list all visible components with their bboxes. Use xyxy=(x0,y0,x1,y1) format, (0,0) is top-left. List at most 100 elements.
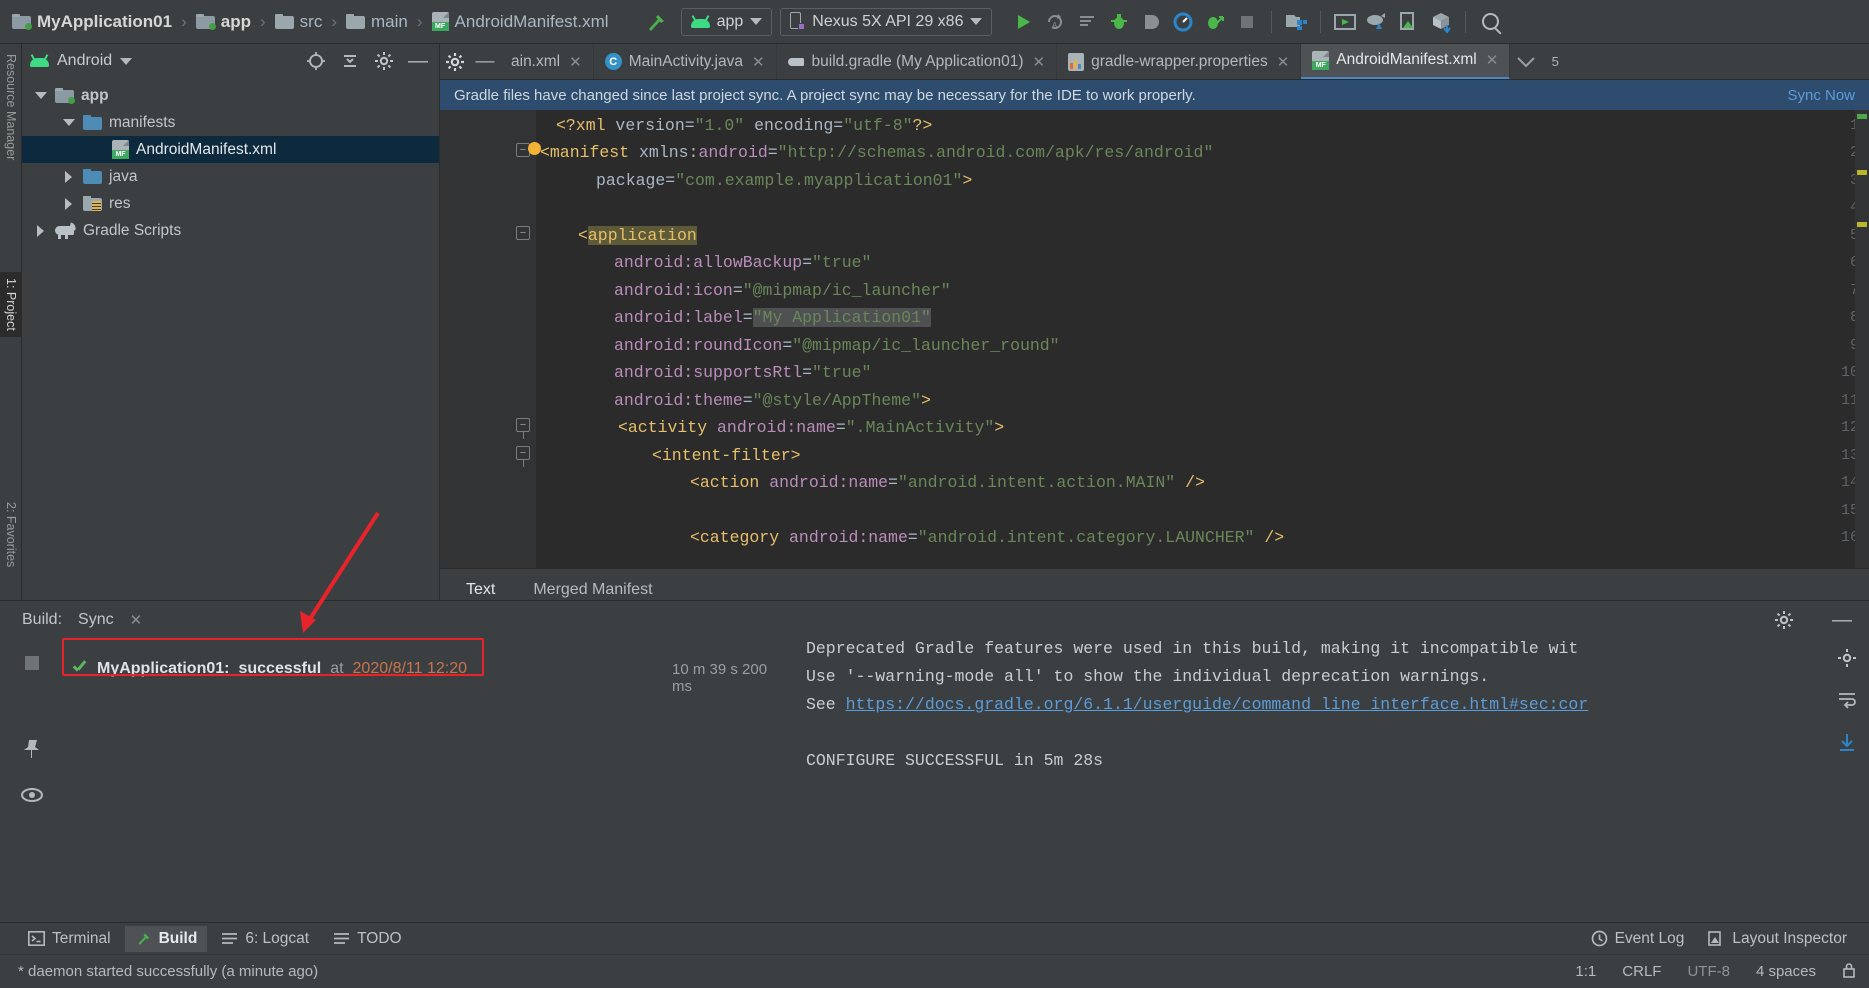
tree-item-label: AndroidManifest.xml xyxy=(136,141,276,159)
settings-gear-icon[interactable] xyxy=(440,47,470,77)
gradle-sync-icon[interactable] xyxy=(1362,7,1392,37)
sdk-manager-icon[interactable] xyxy=(1281,7,1311,37)
collapse-all-icon[interactable] xyxy=(337,48,363,74)
bottom-tab-todo[interactable]: TODO xyxy=(323,926,412,952)
settings-gear-icon[interactable] xyxy=(371,48,397,74)
close-icon[interactable]: ✕ xyxy=(1033,53,1046,71)
editor-scroll-markers[interactable] xyxy=(1855,110,1869,568)
fold-marker[interactable]: − xyxy=(516,226,530,240)
rail-tab-resource-manager[interactable]: Resource Manager xyxy=(0,48,22,166)
tree-item-java[interactable]: java xyxy=(22,163,439,190)
breadcrumb-item-src[interactable]: src xyxy=(271,12,327,32)
fold-marker[interactable]: − xyxy=(516,446,530,460)
chevron-collapsed-icon[interactable] xyxy=(62,170,76,184)
settings-gear-icon[interactable] xyxy=(1832,643,1862,673)
editor-fold-column[interactable] xyxy=(512,110,536,568)
apply-code-changes-icon[interactable] xyxy=(1072,7,1102,37)
chevron-down-icon[interactable] xyxy=(120,58,132,65)
build-session-tab[interactable]: Sync xyxy=(78,611,114,629)
editor-tab-activity-main-xml[interactable]: ain.xml ✕ xyxy=(500,44,594,80)
breadcrumb-item-manifest[interactable]: MF AndroidManifest.xml xyxy=(428,12,613,32)
tree-item-androidmanifest[interactable]: MF AndroidManifest.xml xyxy=(22,136,439,163)
module-folder-icon xyxy=(55,88,74,103)
breadcrumb-item-app[interactable]: app xyxy=(192,12,255,32)
lock-icon[interactable] xyxy=(1829,962,1869,982)
editor-tab-overflow-count[interactable]: 5 xyxy=(1540,47,1570,77)
code-content[interactable]: <?xml version="1.0" encoding="utf-8"?> <… xyxy=(536,110,1869,568)
tree-item-gradle-scripts[interactable]: Gradle Scripts xyxy=(22,217,439,244)
search-everywhere-icon[interactable] xyxy=(1475,7,1505,37)
breadcrumb-label: AndroidManifest.xml xyxy=(455,12,609,32)
pin-icon[interactable] xyxy=(18,735,46,763)
breadcrumb-separator: › xyxy=(412,12,428,32)
attach-debugger-icon[interactable] xyxy=(1136,7,1166,37)
bottom-tab-logcat[interactable]: 6: Logcat xyxy=(211,926,319,952)
scroll-to-end-icon[interactable] xyxy=(1832,727,1862,757)
close-icon[interactable]: ✕ xyxy=(1486,51,1499,69)
sync-now-link[interactable]: Sync Now xyxy=(1787,87,1855,104)
code-editor[interactable]: 1 2 3 4 5 6 7 8 9 10 11 12 13 14 15 16 −… xyxy=(440,110,1869,568)
apply-changes-icon[interactable]: A xyxy=(1040,7,1070,37)
bottom-tab-build[interactable]: Build xyxy=(125,926,208,952)
hide-panel-icon[interactable]: — xyxy=(405,48,431,74)
project-view-selector-label[interactable]: Android xyxy=(57,52,112,70)
locate-icon[interactable] xyxy=(303,48,329,74)
tree-item-app[interactable]: app xyxy=(22,82,439,109)
project-tool-window: Android — app manifests xyxy=(22,44,440,600)
breadcrumb-item-main[interactable]: main xyxy=(342,12,412,32)
close-icon[interactable]: ✕ xyxy=(1277,53,1290,71)
tree-item-label: res xyxy=(109,195,131,213)
bottom-tab-event-log[interactable]: Event Log xyxy=(1581,926,1695,952)
bottom-tab-terminal[interactable]: Terminal xyxy=(18,926,121,952)
device-file-explorer-icon[interactable] xyxy=(1426,7,1456,37)
rail-tab-favorites[interactable]: 2: Favorites xyxy=(0,496,22,573)
tree-item-manifests[interactable]: manifests xyxy=(22,109,439,136)
rail-tab-project[interactable]: 1: Project xyxy=(0,272,22,337)
hide-editor-icon[interactable]: — xyxy=(470,47,500,77)
gradle-docs-link[interactable]: https://docs.gradle.org/6.1.1/userguide/… xyxy=(846,695,1589,714)
line-separator[interactable]: CRLF xyxy=(1609,963,1674,980)
close-icon[interactable]: ✕ xyxy=(569,53,582,71)
hide-build-window-icon[interactable]: — xyxy=(1829,607,1855,633)
eye-icon[interactable] xyxy=(18,781,46,809)
fold-marker[interactable]: − xyxy=(516,418,530,432)
device-selector-dropdown[interactable]: Nexus 5X API 29 x86 xyxy=(780,8,992,36)
build-hammer-icon[interactable] xyxy=(641,7,671,37)
caret-position[interactable]: 1:1 xyxy=(1562,963,1609,980)
file-encoding[interactable]: UTF-8 xyxy=(1674,963,1743,980)
editor-tab-mainactivity-java[interactable]: C MainActivity.java ✕ xyxy=(594,44,777,80)
run-icon[interactable] xyxy=(1008,7,1038,37)
run-with-coverage-icon[interactable] xyxy=(1200,7,1230,37)
bottom-tab-layout-inspector[interactable]: Layout Inspector xyxy=(1698,926,1857,952)
settings-gear-icon[interactable] xyxy=(1771,607,1797,633)
editor-tab-androidmanifest-xml[interactable]: MF AndroidManifest.xml ✕ xyxy=(1301,44,1510,80)
chevron-expanded-icon[interactable] xyxy=(34,89,48,103)
chevron-expanded-icon[interactable] xyxy=(62,116,76,130)
folder-icon xyxy=(275,14,294,29)
debug-icon[interactable] xyxy=(1104,7,1134,37)
indent-setting[interactable]: 4 spaces xyxy=(1743,963,1829,980)
stop-icon[interactable] xyxy=(1232,7,1262,37)
module-selector-dropdown[interactable]: app xyxy=(681,8,773,36)
close-icon[interactable]: ✕ xyxy=(752,53,765,71)
profiler-icon[interactable] xyxy=(1168,7,1198,37)
chevron-collapsed-icon[interactable] xyxy=(34,224,48,238)
layout-inspector-icon[interactable] xyxy=(1394,7,1424,37)
close-icon[interactable]: ✕ xyxy=(130,611,143,629)
stop-icon[interactable] xyxy=(18,649,46,677)
code-line-10: android:supportsRtl="true" xyxy=(614,359,871,386)
chevron-collapsed-icon[interactable] xyxy=(62,197,76,211)
soft-wrap-icon[interactable] xyxy=(1832,685,1862,715)
editor-tab-build-gradle[interactable]: build.gradle (My Application01) ✕ xyxy=(777,44,1058,80)
tree-item-label: java xyxy=(109,168,137,186)
code-line-9: android:roundIcon="@mipmap/ic_launcher_r… xyxy=(614,332,1060,359)
avd-manager-icon[interactable] xyxy=(1330,7,1360,37)
tree-item-res[interactable]: res xyxy=(22,190,439,217)
breadcrumb-item-project[interactable]: MyApplication01 xyxy=(8,12,176,32)
console-line-5: CONFIGURE SUCCESSFUL in 5m 28s xyxy=(806,751,1103,770)
editor-tab-gradle-wrapper-properties[interactable]: gradle-wrapper.properties ✕ xyxy=(1057,44,1301,80)
chevron-down-icon xyxy=(750,18,762,25)
editor-gutter[interactable] xyxy=(440,110,512,568)
editor-tab-options-icon[interactable] xyxy=(1510,47,1540,77)
code-line-2: <manifest xmlns:android="http://schemas.… xyxy=(540,139,1213,166)
